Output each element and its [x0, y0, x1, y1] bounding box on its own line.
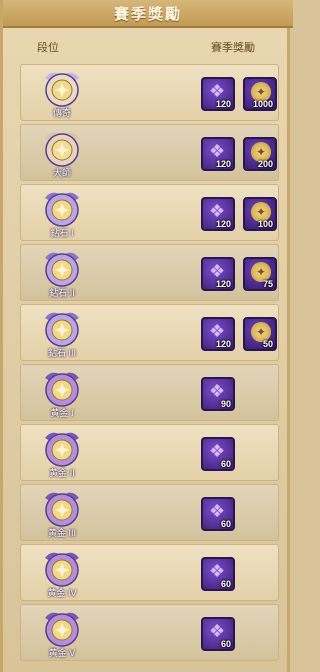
reward-row: 大師 ❖ 120 ✦ 200 [20, 124, 279, 181]
reward-row: 黄金 IV ❖ 60 [20, 544, 279, 601]
coin-reward[interactable]: ✦ 100 [243, 197, 277, 231]
purple-crystal-icon: ❖ [209, 141, 226, 161]
crystal-amount: 120 [215, 279, 231, 289]
rank-label: 鉆石 II [49, 288, 75, 298]
rank-label: 傳奇 [52, 108, 71, 118]
rank-label: 黄金 V [48, 648, 76, 658]
rank-medal-icon: 黄金 I [35, 368, 89, 418]
reward-row: 鉆石 III ❖ 120 ✦ 50 [20, 304, 279, 361]
crystal-amount: 60 [220, 639, 231, 649]
coin-reward[interactable]: ✦ 50 [243, 317, 277, 351]
crystal-reward[interactable]: ❖ 60 [201, 497, 235, 531]
title-bar: 賽季獎勵 [3, 0, 293, 28]
reward-column-label: 賽季獎勵 [211, 42, 255, 54]
rank-medal-icon: 黄金 V [35, 608, 89, 658]
rank-medal-icon: 傳奇 [35, 68, 89, 118]
coin-amount: 75 [262, 279, 273, 289]
rank-medal-icon: 黄金 IV [35, 548, 89, 598]
crystal-amount: 120 [215, 99, 231, 109]
coin-amount: 50 [262, 339, 273, 349]
reward-row: 黄金 II ❖ 60 [20, 424, 279, 481]
reward-row: 黄金 I ❖ 90 [20, 364, 279, 421]
coin-reward[interactable]: ✦ 1000 [243, 77, 277, 111]
purple-crystal-icon: ❖ [209, 321, 226, 341]
coin-reward[interactable]: ✦ 75 [243, 257, 277, 291]
rank-medal-icon: 黄金 III [35, 488, 89, 538]
purple-crystal-icon: ❖ [209, 261, 226, 281]
purple-crystal-icon: ❖ [209, 201, 226, 221]
purple-crystal-icon: ❖ [209, 621, 226, 641]
crystal-amount: 60 [220, 519, 231, 529]
rank-medal-icon: 大師 [35, 128, 89, 178]
crystal-reward[interactable]: ❖ 60 [201, 557, 235, 591]
crystal-amount: 60 [220, 459, 231, 469]
rank-column-label: 段位 [37, 42, 59, 54]
rank-label: 鉆石 III [47, 348, 76, 358]
coin-amount: 200 [257, 159, 273, 169]
coin-amount: 100 [257, 219, 273, 229]
rank-label: 黄金 III [47, 528, 76, 538]
crystal-amount: 120 [215, 339, 231, 349]
panel-title: 賽季獎勵 [113, 5, 182, 23]
rank-medal-icon: 鉆石 III [35, 308, 89, 358]
crystal-amount: 60 [220, 579, 231, 589]
rank-label: 黄金 IV [47, 588, 77, 598]
reward-row: 黄金 III ❖ 60 [20, 484, 279, 541]
crystal-amount: 120 [215, 219, 231, 229]
rank-medal-icon: 鉆石 II [35, 248, 89, 298]
rank-label: 鉆石 I [50, 228, 74, 238]
rank-medal-icon: 黄金 II [35, 428, 89, 478]
crystal-reward[interactable]: ❖ 120 [201, 137, 235, 171]
coin-reward[interactable]: ✦ 200 [243, 137, 277, 171]
purple-crystal-icon: ❖ [209, 441, 226, 461]
crystal-reward[interactable]: ❖ 60 [201, 617, 235, 651]
crystal-reward[interactable]: ❖ 90 [201, 377, 235, 411]
reward-row: 黄金 V ❖ 60 [20, 604, 279, 661]
crystal-reward[interactable]: ❖ 120 [201, 197, 235, 231]
reward-row: 鉆石 I ❖ 120 ✦ 100 [20, 184, 279, 241]
purple-crystal-icon: ❖ [209, 381, 226, 401]
crystal-reward[interactable]: ❖ 120 [201, 317, 235, 351]
crystal-reward[interactable]: ❖ 120 [201, 77, 235, 111]
crystal-amount: 90 [220, 399, 231, 409]
crystal-reward[interactable]: ❖ 60 [201, 437, 235, 471]
rank-label: 大師 [52, 168, 71, 178]
column-header: 段位 賽季獎勵 [17, 34, 279, 60]
rank-label: 黄金 I [50, 408, 74, 418]
season-rewards-panel: 賽季獎勵 段位 賽季獎勵 傳奇 ❖ 120 ✦ 1000 大師 ❖ 120 ✦ 200 鉆石 I… [0, 0, 293, 672]
crystal-reward[interactable]: ❖ 120 [201, 257, 235, 291]
coin-amount: 1000 [252, 99, 273, 109]
rank-label: 黄金 II [49, 468, 75, 478]
purple-crystal-icon: ❖ [209, 81, 226, 101]
reward-list: 傳奇 ❖ 120 ✦ 1000 大師 ❖ 120 ✦ 200 鉆石 I ❖ 120 ✦ 100 鉆石 I… [20, 64, 279, 664]
rank-medal-icon: 鉆石 I [35, 188, 89, 238]
reward-row: 傳奇 ❖ 120 ✦ 1000 [20, 64, 279, 121]
purple-crystal-icon: ❖ [209, 561, 226, 581]
reward-row: 鉆石 II ❖ 120 ✦ 75 [20, 244, 279, 301]
purple-crystal-icon: ❖ [209, 501, 226, 521]
crystal-amount: 120 [215, 159, 231, 169]
